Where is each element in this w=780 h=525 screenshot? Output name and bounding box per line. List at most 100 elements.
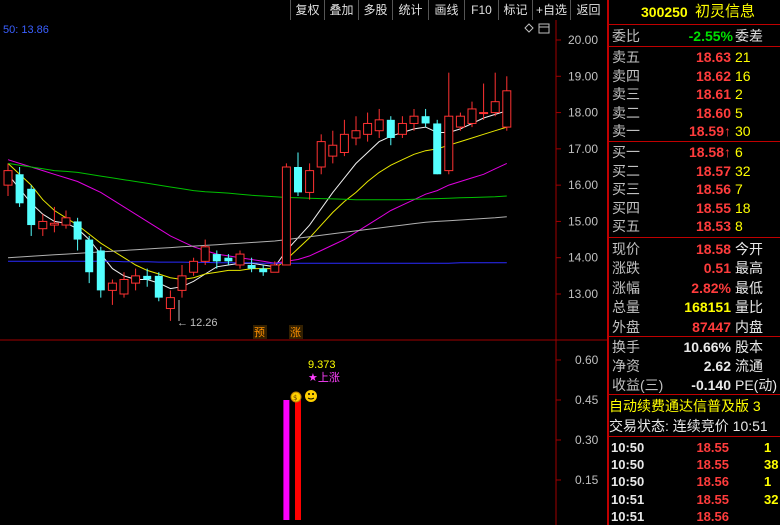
candle — [73, 217, 82, 251]
candle — [386, 116, 395, 146]
candle — [374, 108, 384, 138]
ask-level-1[interactable]: 卖一 18.59↑ 30 — [609, 122, 780, 140]
stat2-1-label: 净资 — [612, 358, 640, 374]
toolbar: 复权 叠加 多股 统计 画线 F10 标记 +自选 返回 — [0, 0, 607, 20]
trade-status: 交易状态: 连续竞价 10:51 — [609, 418, 768, 434]
ask-level-4-label: 卖四 — [612, 67, 640, 84]
price-axis: 20.00 19.00 18.00 17.00 16.00 15.00 14.00 13.00 — [556, 33, 598, 301]
candle-body — [235, 253, 245, 266]
ask-level-5[interactable]: 卖五 18.63 21 — [609, 48, 780, 66]
stat-4-value: 87447 — [692, 318, 731, 335]
candle-body — [27, 188, 36, 226]
stat-1[interactable]: 涨跌 0.51 最高 — [609, 259, 780, 277]
ask-level-4[interactable]: 卖四 18.62 16 — [609, 67, 780, 85]
money-bag-icon: $ — [290, 391, 302, 403]
statistics-button[interactable]: 统计 — [392, 0, 428, 20]
back-button[interactable]: 返回 — [570, 0, 606, 20]
f10-button[interactable]: F10 — [464, 0, 498, 20]
stat2-0[interactable]: 换手 10.66% 股本 — [609, 338, 780, 356]
stock-code: 300250 — [641, 4, 688, 20]
stat-0-value: 18.58 — [695, 241, 731, 257]
candle — [490, 72, 500, 117]
window-toggle-icon[interactable] — [538, 23, 550, 34]
bid-level-1[interactable]: 买一 18.58↑ 6 — [609, 143, 780, 161]
indicator-tick-label: 0.45 — [575, 393, 599, 407]
tick-vol: 38 — [764, 457, 779, 473]
candle-body — [131, 275, 141, 284]
ask-level-5-extra: 21 — [735, 49, 751, 65]
candle-body — [177, 275, 187, 291]
candle — [259, 264, 268, 276]
bid-level-3[interactable]: 买三 18.56 7 — [609, 180, 780, 198]
stat2-2[interactable]: 收益(三) -0.140 PE(动) — [609, 376, 780, 394]
smiley-icon — [305, 390, 317, 402]
stat-4[interactable]: 外盘 87447 内盘 — [609, 318, 780, 336]
candle-body — [467, 108, 477, 124]
stat-0[interactable]: 现价 18.58 今开 — [609, 240, 780, 258]
candle — [15, 167, 24, 207]
candle-body — [490, 101, 500, 114]
tick-price: 18.55 — [696, 491, 729, 507]
kline-chart[interactable]: 20.00 19.00 18.00 17.00 16.00 15.00 14.00 13.00… — [0, 20, 607, 525]
candle — [339, 119, 349, 157]
indicator-bars — [283, 400, 301, 520]
stat-2[interactable]: 涨幅 2.82% 最低 — [609, 279, 780, 297]
candle-body — [316, 141, 326, 168]
candle-body — [363, 122, 373, 135]
candle-body — [305, 170, 315, 193]
tick-row: 10:51 18.56 — [609, 508, 780, 525]
candle-body — [433, 123, 442, 175]
bid-level-2-extra: 32 — [735, 162, 751, 179]
bid-level-5[interactable]: 买五 18.53 8 — [609, 217, 780, 235]
bid-level-1-extra: 6 — [735, 144, 743, 160]
stat-0-extra: 今开 — [735, 241, 763, 257]
restore-rights-button[interactable]: 复权 — [290, 0, 324, 20]
ticker-marquee[interactable]: 自动续费通达信普及版 3 — [609, 397, 780, 415]
ask-level-1-label: 卖一 — [612, 123, 640, 140]
stat-3[interactable]: 总量 168151 量比 — [609, 298, 780, 316]
candle — [27, 185, 36, 236]
price-tick-label: 19.00 — [568, 69, 598, 83]
candle — [189, 257, 199, 276]
svg-text:←: ← — [177, 317, 188, 329]
candle-body — [73, 221, 82, 240]
diamond-icon[interactable] — [524, 23, 534, 33]
bid-level-2[interactable]: 买二 18.57 32 — [609, 162, 780, 180]
ask-level-2[interactable]: 卖二 18.60 5 — [609, 104, 780, 122]
bid-level-4[interactable]: 买四 18.55 18 — [609, 199, 780, 217]
candle — [305, 163, 315, 200]
stat2-1[interactable]: 净资 2.62 流通 — [609, 357, 780, 375]
bid-level-5-label: 买五 — [612, 218, 640, 235]
add-watchlist-button[interactable]: +自选 — [532, 0, 570, 20]
ask-level-5-value: 18.63 — [695, 49, 731, 65]
ask-level-3-value: 18.61 — [695, 86, 731, 103]
bid-level-2-value: 18.57 — [695, 162, 731, 179]
candle-body — [107, 282, 117, 291]
bid-level-1-value: 18.58↑ — [688, 144, 731, 160]
multi-stock-button[interactable]: 多股 — [358, 0, 392, 20]
price-tick-label: 18.00 — [568, 106, 598, 120]
candle-body — [397, 122, 407, 135]
ask-level-3[interactable]: 卖三 18.61 2 — [609, 85, 780, 103]
tick-row: 10:50 18.56 1 — [609, 473, 780, 490]
candle-body — [421, 116, 430, 124]
rise-badge: 涨 — [289, 325, 303, 339]
mark-button[interactable]: 标记 — [498, 0, 532, 20]
svg-text:涨: 涨 — [290, 326, 301, 339]
candle — [177, 264, 187, 298]
tick-row: 10:51 18.55 32 — [609, 491, 780, 508]
candle — [61, 210, 71, 229]
draw-line-button[interactable]: 画线 — [428, 0, 464, 20]
overlay-button[interactable]: 叠加 — [324, 0, 358, 20]
low-price-marker: ← 12.26 — [177, 300, 218, 329]
tick-vol: 1 — [764, 474, 772, 490]
tick-price: 18.56 — [696, 474, 729, 490]
candle-body — [49, 222, 59, 226]
tick-time: 10:50 — [611, 474, 645, 490]
bid-level-1-label: 买一 — [612, 144, 640, 160]
stat-1-value: 0.51 — [703, 260, 731, 277]
bid-level-5-value: 18.53 — [695, 218, 731, 235]
candle — [107, 279, 117, 305]
tick-price: 18.56 — [696, 508, 729, 524]
tick-price: 18.55 — [696, 457, 729, 473]
